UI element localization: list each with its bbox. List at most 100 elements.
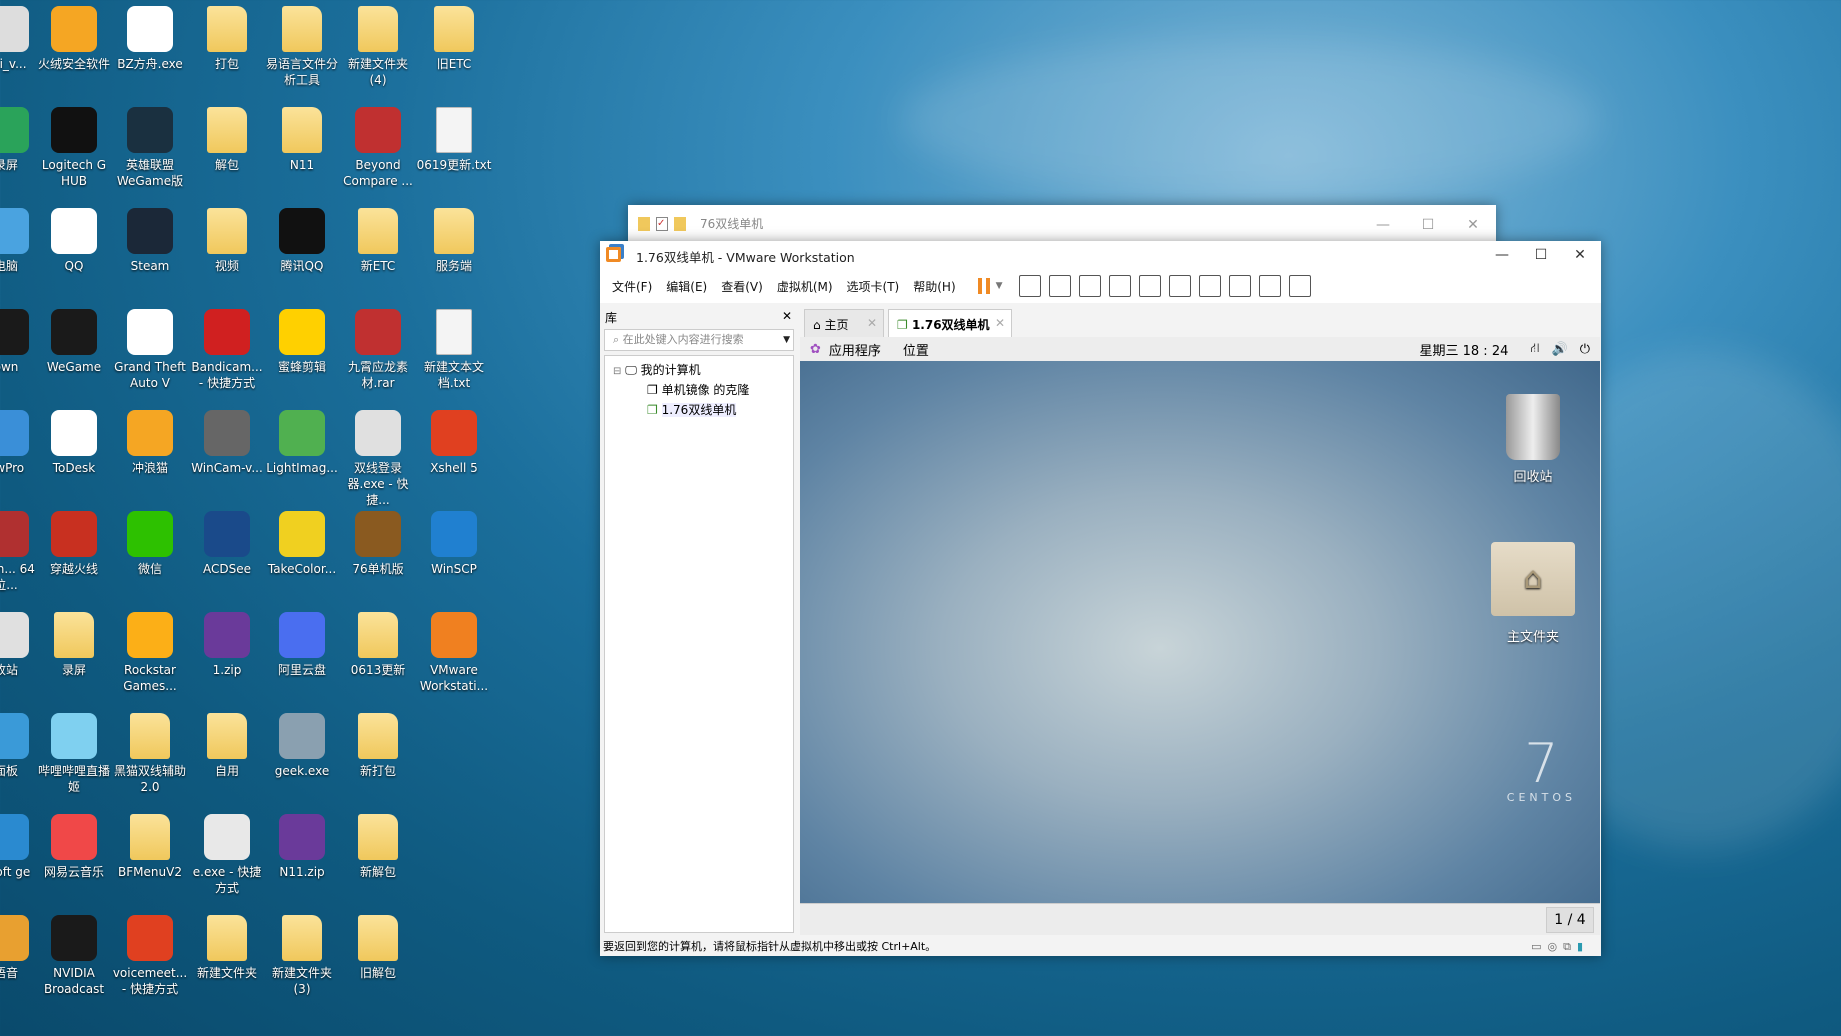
tree-item-selected[interactable]: ❐ 1.76双线单机 <box>613 400 793 420</box>
desktop-icon[interactable]: WeGame <box>36 309 112 375</box>
tree-root[interactable]: ⊟ 🖵 我的计算机 <box>613 360 793 380</box>
desktop-icon[interactable]: 服务端 <box>416 208 492 274</box>
library-view-icon[interactable] <box>1138 275 1161 297</box>
desktop-icon[interactable]: 打包 <box>189 6 265 72</box>
home-folder-desktop-icon[interactable]: ⌂ 主文件夹 <box>1491 542 1575 645</box>
search-dropdown-icon[interactable]: ▼ <box>783 330 790 350</box>
desktop-icon[interactable]: Xshell 5 <box>416 410 492 476</box>
desktop-icon[interactable]: 双线登录器.exe - 快捷... <box>340 410 416 508</box>
menu-item[interactable]: 帮助(H) <box>913 280 955 294</box>
desktop-icon[interactable]: N11.zip <box>264 814 340 880</box>
desktop-icon[interactable]: Logitech G HUB <box>36 107 112 189</box>
menu-item[interactable]: 虚拟机(M) <box>777 280 833 294</box>
desktop-icon[interactable]: 黑猫双线辅助2.0 <box>112 713 188 795</box>
hard-disk-icon[interactable]: ▭ <box>1531 940 1547 953</box>
desktop-icon[interactable]: 新建文件夹 (3) <box>264 915 340 997</box>
desktop-icon[interactable]: e.exe - 快捷方式 <box>189 814 265 896</box>
desktop-icon[interactable]: Beyond Compare ... <box>340 107 416 189</box>
desktop-icon[interactable]: LightImag... <box>264 410 340 476</box>
desktop-icon[interactable]: Steam <box>112 208 188 274</box>
desktop-icon[interactable]: 旧ETC <box>416 6 492 72</box>
thumbnail-view-icon[interactable] <box>1168 275 1191 297</box>
desktop-icon[interactable]: N11 <box>264 107 340 173</box>
menu-item[interactable]: 编辑(E) <box>666 280 707 294</box>
network-adapter-icon[interactable]: ⧉ <box>1563 940 1577 953</box>
desktop-icon[interactable]: VMware Workstati... <box>416 612 492 694</box>
desktop-icon[interactable]: 新建文件夹 (4) <box>340 6 416 88</box>
tree-item[interactable]: ❐ 单机镜像 的克隆 <box>613 380 793 400</box>
library-close-button[interactable]: ✕ <box>782 309 792 323</box>
snapshot-manager-icon[interactable] <box>1108 275 1131 297</box>
desktop-icon[interactable]: 哔哩哔哩直播姬 <box>36 713 112 795</box>
desktop-icon[interactable]: Bandicam... - 快捷方式 <box>189 309 265 391</box>
tab-close-icon[interactable]: ✕ <box>995 316 1005 330</box>
fullscreen-icon[interactable] <box>1198 275 1221 297</box>
volume-icon[interactable]: 🔊 <box>1552 342 1568 357</box>
desktop-icon[interactable]: QQ <box>36 208 112 274</box>
applications-menu[interactable]: 应用程序 <box>829 340 881 359</box>
desktop-icon[interactable]: 解包 <box>189 107 265 173</box>
tab-home[interactable]: ⌂ 主页 ✕ <box>804 309 884 337</box>
desktop-icon[interactable]: TakeColor... <box>264 511 340 577</box>
dropdown-icon[interactable]: ▼ <box>996 281 1003 291</box>
menu-item[interactable]: 文件(F) <box>612 280 652 294</box>
desktop-icon[interactable]: 易语言文件分析工具 <box>264 6 340 88</box>
desktop-icon[interactable]: 录屏 <box>36 612 112 678</box>
places-menu[interactable]: 位置 <box>903 340 929 359</box>
workspace-switcher[interactable]: 1 / 4 <box>1546 907 1594 933</box>
desktop-icon[interactable]: 新建文件夹 <box>189 915 265 981</box>
title-bar[interactable]: 1.76双线单机 - VMware Workstation — ☐ ✕ <box>600 241 1601 269</box>
desktop-icon[interactable]: BFMenuV2 <box>112 814 188 880</box>
desktop-icon[interactable]: 新建文本文档.txt <box>416 309 492 391</box>
maximize-button[interactable]: ☐ <box>1521 241 1561 269</box>
network-icon[interactable]: ⛙ <box>1530 341 1539 358</box>
desktop-icon[interactable]: 网易云音乐 <box>36 814 112 880</box>
tab-close-icon[interactable]: ✕ <box>867 316 877 330</box>
desktop-icon[interactable]: NVIDIA Broadcast <box>36 915 112 997</box>
minimize-button[interactable]: — <box>1482 241 1522 269</box>
desktop-icon[interactable]: 76单机版 <box>340 511 416 577</box>
properties-icon[interactable]: ✓ <box>656 216 668 231</box>
close-button[interactable]: ✕ <box>1560 241 1600 269</box>
menu-item[interactable]: 选项卡(T) <box>847 280 900 294</box>
desktop-icon[interactable]: 火绒安全软件 <box>36 6 112 72</box>
pause-icon[interactable] <box>977 278 990 294</box>
desktop-icon[interactable]: 1.zip <box>189 612 265 678</box>
desktop-icon[interactable]: Rockstar Games... <box>112 612 188 694</box>
desktop-icon[interactable]: 冲浪猫 <box>112 410 188 476</box>
stretch-icon[interactable] <box>1288 275 1311 297</box>
desktop-icon[interactable]: ACDSee <box>189 511 265 577</box>
minimize-button[interactable]: — <box>1363 205 1403 245</box>
snapshot-icon[interactable] <box>1048 275 1071 297</box>
desktop-icon[interactable]: 九霄应龙素材.rar <box>340 309 416 391</box>
desktop-icon[interactable]: geek.exe <box>264 713 340 779</box>
desktop-icon[interactable]: WinSCP <box>416 511 492 577</box>
message-icon[interactable]: ▮ <box>1577 940 1589 953</box>
desktop-icon[interactable]: 0613更新 <box>340 612 416 678</box>
desktop-icon[interactable]: 腾讯QQ <box>264 208 340 274</box>
send-keys-icon[interactable] <box>1018 275 1041 297</box>
desktop-icon[interactable]: 旧解包 <box>340 915 416 981</box>
desktop-icon[interactable]: 新打包 <box>340 713 416 779</box>
desktop-icon[interactable]: 新解包 <box>340 814 416 880</box>
desktop-icon[interactable]: Grand Theft Auto V <box>112 309 188 391</box>
trash-desktop-icon[interactable]: 回收站 <box>1493 394 1573 485</box>
desktop-icon[interactable]: 阿里云盘 <box>264 612 340 678</box>
desktop-icon[interactable]: 视频 <box>189 208 265 274</box>
desktop-icon[interactable]: 自用 <box>189 713 265 779</box>
console-icon[interactable] <box>1258 275 1281 297</box>
desktop-icon[interactable]: voicemeet... - 快捷方式 <box>112 915 188 997</box>
library-search-input[interactable]: ⌕ 在此处键入内容进行搜索 ▼ <box>604 329 794 351</box>
unity-icon[interactable] <box>1228 275 1251 297</box>
power-icon[interactable]: ⏻ <box>1580 342 1590 357</box>
desktop-icon[interactable]: ToDesk <box>36 410 112 476</box>
desktop-icon[interactable]: WinCam-v... <box>189 410 265 476</box>
desktop-icon[interactable]: 0619更新.txt <box>416 107 492 173</box>
vmware-window[interactable]: 1.76双线单机 - VMware Workstation — ☐ ✕ 文件(F… <box>600 241 1601 956</box>
tab-vm[interactable]: ❐ 1.76双线单机 ✕ <box>888 309 1012 338</box>
desktop-icon[interactable]: BZ方舟.exe <box>112 6 188 72</box>
menu-item[interactable]: 查看(V) <box>721 280 763 294</box>
desktop-icon[interactable]: 英雄联盟WeGame版 <box>112 107 188 189</box>
desktop-icon[interactable]: 微信 <box>112 511 188 577</box>
desktop-icon[interactable]: 新ETC <box>340 208 416 274</box>
